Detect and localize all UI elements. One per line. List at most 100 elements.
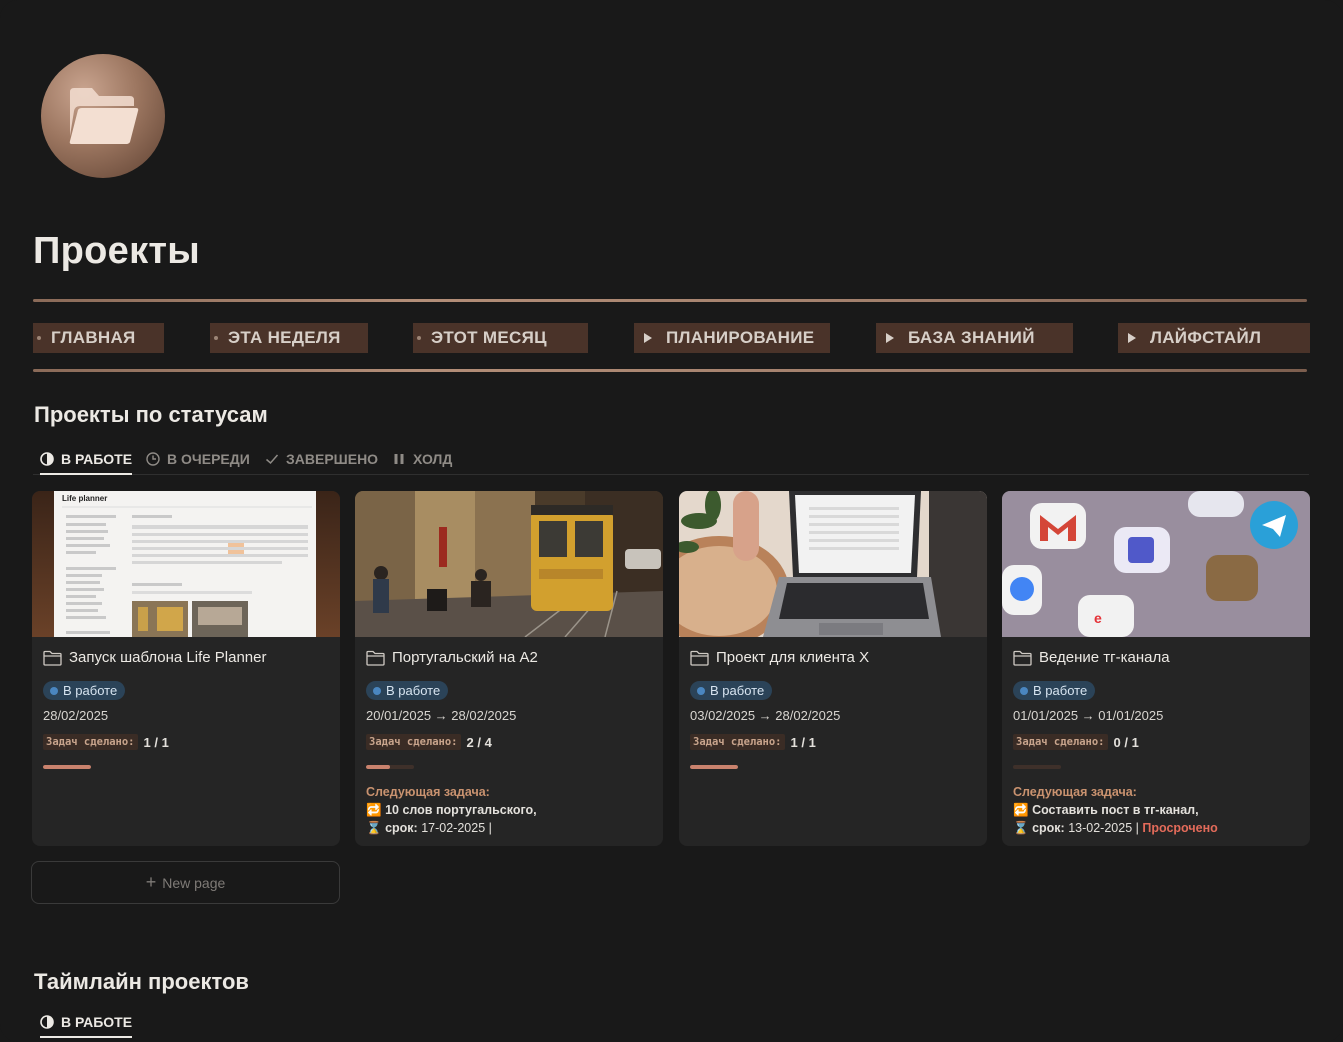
tab-hold[interactable]: ХОЛД — [392, 444, 452, 474]
status-badge: В работе — [690, 681, 773, 700]
status-badge: В работе — [43, 681, 126, 700]
progress-bar — [1013, 765, 1061, 769]
card-title-text: Португальский на А2 — [392, 649, 538, 666]
status-badge-label: В работе — [710, 683, 765, 698]
tab-completed[interactable]: ЗАВЕРШЕНО — [265, 444, 378, 474]
card-title[interactable]: Португальский на А2 — [366, 649, 538, 666]
status-dot — [373, 686, 381, 695]
progress-fill — [690, 765, 738, 769]
bullet-icon — [37, 336, 41, 340]
card-cover-image: e — [1002, 491, 1310, 637]
bullet-icon — [417, 336, 421, 340]
card-dates: 03/02/2025 → 28/02/2025 — [690, 708, 841, 723]
progress-bar — [366, 765, 414, 769]
folder-icon — [366, 650, 385, 666]
card-title-text: Проект для клиента Х — [716, 649, 870, 666]
nav-item-this-week[interactable]: ЭТА НЕДЕЛЯ — [210, 323, 368, 353]
folder-icon — [43, 650, 62, 666]
nav-item-home[interactable]: ГЛАВНАЯ — [33, 323, 164, 353]
status-dot — [697, 686, 705, 695]
project-card[interactable]: e Ведение тг-канала В работе 01/01/2025 … — [1002, 491, 1310, 846]
progress-fill — [43, 765, 91, 769]
new-page-label: New page — [162, 874, 226, 891]
toggle-triangle-icon — [886, 333, 894, 343]
progress-bar — [690, 765, 738, 769]
timeline-tab-in-progress[interactable]: В РАБОТЕ — [40, 1007, 133, 1038]
folder-icon — [690, 650, 709, 666]
page-frame: Проекты ГЛАВНАЯ ЭТА НЕДЕЛЯ ЭТОТ МЕСЯЦ ПЛ… — [0, 0, 1343, 1042]
tasks-label: Задач сделано: — [43, 734, 138, 750]
hourglass-icon: ⌛ — [366, 821, 382, 835]
card-dates: 28/02/2025 — [43, 708, 109, 723]
tasks-counter: Задач сделано: 2 / 4 — [366, 734, 492, 750]
status-badge-label: В работе — [1033, 683, 1088, 698]
card-title[interactable]: Запуск шаблона Life Planner — [43, 649, 267, 666]
status-dot — [50, 686, 58, 695]
tab-label: ХОЛД — [413, 451, 453, 467]
next-task: Следующая задача: 🔁 10 слов португальско… — [366, 783, 537, 837]
tasks-label: Задач сделано: — [1013, 734, 1108, 750]
tasks-label: Задач сделано: — [366, 734, 461, 750]
project-card[interactable]: Life planner Запуск шаблона Life Planner… — [32, 491, 340, 846]
tab-queued[interactable]: В ОЧЕРЕДИ — [146, 444, 250, 474]
nav-item-this-month[interactable]: ЭТОТ МЕСЯЦ — [413, 323, 588, 353]
status-tabs: В РАБОТЕ В ОЧЕРЕДИ ЗАВЕРШЕНО ХОЛД — [33, 444, 1309, 475]
project-card[interactable]: Проект для клиента Х В работе 03/02/2025… — [679, 491, 987, 846]
tasks-counter: Задач сделано: 1 / 1 — [43, 734, 169, 750]
folder-icon — [1013, 650, 1032, 666]
tasks-counter: Задач сделано: 1 / 1 — [690, 734, 816, 750]
deadline-value: 13-02-2025 | — [1068, 821, 1139, 835]
next-task-heading: Следующая задача: — [1013, 785, 1137, 799]
status-badge: В работе — [1013, 681, 1096, 700]
divider-top — [33, 299, 1307, 302]
next-task-heading: Следующая задача: — [366, 785, 490, 799]
card-title-text: Ведение тг-канала — [1039, 649, 1170, 666]
deadline-value: 17-02-2025 | — [421, 821, 492, 835]
nav-item-label: ЭТОТ МЕСЯЦ — [431, 328, 547, 347]
status-dot — [1020, 686, 1028, 695]
new-page-button[interactable]: + New page — [31, 861, 340, 904]
card-title[interactable]: Проект для клиента Х — [690, 649, 869, 666]
divider-bottom — [33, 369, 1307, 372]
nav-item-planning[interactable]: ПЛАНИРОВАНИЕ — [634, 323, 830, 353]
card-title[interactable]: Ведение тг-канала — [1013, 649, 1170, 666]
next-task-line: 🔁 10 слов португальского, — [366, 801, 537, 819]
project-card[interactable]: Португальский на А2 В работе 20/01/2025 … — [355, 491, 663, 846]
tasks-counter: Задач сделано: 0 / 1 — [1013, 734, 1139, 750]
svg-text:e: e — [1094, 610, 1102, 626]
next-task: Следующая задача: 🔁 Составить пост в тг-… — [1013, 783, 1218, 837]
next-task-deadline: ⌛ срок: 17-02-2025 | — [366, 819, 537, 837]
tab-label: В ОЧЕРЕДИ — [167, 451, 250, 467]
tab-label: ЗАВЕРШЕНО — [286, 451, 379, 467]
next-task-title: Составить пост в тг-канал, — [1032, 803, 1199, 817]
nav-item-label: БАЗА ЗНАНИЙ — [908, 328, 1035, 347]
progress-fill — [366, 765, 390, 769]
deadline-label: срок: — [1032, 821, 1065, 835]
folder-icon — [69, 88, 139, 144]
toggle-triangle-icon — [1128, 333, 1136, 343]
tasks-value: 2 / 4 — [466, 734, 492, 750]
next-task-line: 🔁 Составить пост в тг-канал, — [1013, 801, 1218, 819]
tasks-label: Задач сделано: — [690, 734, 785, 750]
repeat-icon: 🔁 — [366, 803, 382, 817]
tasks-value: 1 / 1 — [143, 734, 169, 750]
progress-bar — [43, 765, 91, 769]
half-circle-icon — [40, 452, 54, 466]
page-title: Проекты — [33, 230, 201, 272]
bullet-icon — [214, 336, 218, 340]
tab-in-progress[interactable]: В РАБОТЕ — [40, 444, 133, 475]
nav-item-lifestyle[interactable]: ЛАЙФСТАЙЛ — [1118, 323, 1310, 353]
clock-icon — [146, 452, 160, 466]
plus-icon: + — [145, 872, 157, 892]
page-icon[interactable] — [41, 54, 165, 178]
cover-caption: Life planner — [62, 494, 107, 503]
toggle-triangle-icon — [644, 333, 652, 343]
tasks-value: 1 / 1 — [790, 734, 816, 750]
status-badge-label: В работе — [386, 683, 441, 698]
nav-item-knowledge-base[interactable]: БАЗА ЗНАНИЙ — [876, 323, 1073, 353]
card-cover-image: Life planner — [32, 491, 340, 637]
half-circle-icon — [40, 1015, 54, 1029]
nav-item-label: ГЛАВНАЯ — [51, 328, 136, 347]
nav-item-label: ЭТА НЕДЕЛЯ — [228, 328, 341, 347]
card-cover-image — [355, 491, 663, 637]
